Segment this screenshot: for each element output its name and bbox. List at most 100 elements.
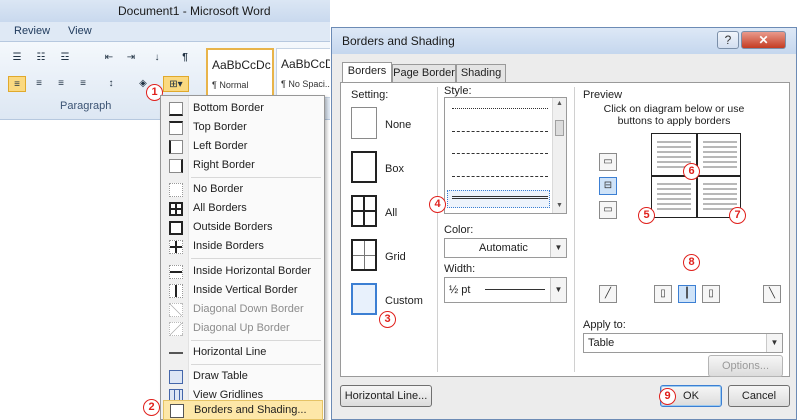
menu-item-draw-table[interactable]: Draw Table: [163, 367, 323, 387]
menu-item-no-border[interactable]: No Border: [163, 180, 323, 200]
align-right-icon[interactable]: ≡: [52, 76, 70, 92]
menu-item-all-borders[interactable]: All Borders: [163, 199, 323, 219]
chevron-down-icon[interactable]: ▼: [550, 278, 566, 302]
menu-item-label: Right Border: [193, 159, 255, 171]
setting-box[interactable]: Box: [351, 151, 441, 189]
multilevel-list-icon[interactable]: ☲: [56, 50, 74, 66]
tab-view[interactable]: View: [68, 25, 92, 37]
setting-none-label: None: [385, 119, 412, 131]
width-value: ½ pt: [449, 284, 471, 296]
tab-page-border[interactable]: Page Border: [392, 64, 456, 82]
dialog-title-bar: Borders and Shading ? ✕: [332, 28, 796, 54]
preview-label: Preview: [583, 89, 623, 101]
setting-label: Setting:: [351, 89, 389, 101]
color-combo[interactable]: Automatic ▼: [444, 238, 567, 258]
horizontal-line-icon: [169, 346, 183, 360]
outside-borders-icon: [169, 221, 183, 235]
apply-to-value: Table: [588, 337, 615, 349]
pilcrow-icon[interactable]: ¶: [176, 50, 194, 66]
style-list-scrollbar[interactable]: ▲ ▼: [552, 98, 566, 213]
options-button[interactable]: Options...: [708, 355, 783, 377]
sort-icon[interactable]: ↓: [148, 50, 166, 66]
menu-item-label: Top Border: [193, 121, 247, 133]
menu-item-inside-horizontal-border[interactable]: Inside Horizontal Border: [163, 262, 323, 282]
menu-item-left-border[interactable]: Left Border: [163, 137, 323, 157]
menu-item-inside-vertical-border[interactable]: Inside Vertical Border: [163, 281, 323, 301]
menu-item-diagonal-down-border[interactable]: Diagonal Down Border: [163, 300, 323, 320]
style-list[interactable]: ▲ ▼: [444, 97, 567, 214]
scroll-down-icon[interactable]: ▼: [556, 202, 563, 209]
cancel-button[interactable]: Cancel: [728, 385, 790, 407]
style-normal-preview: AaBbCcDc: [212, 58, 271, 72]
preview-right-border-button[interactable]: ▯: [702, 285, 720, 303]
menu-item-borders-and-shading[interactable]: Borders and Shading...: [163, 400, 323, 420]
ribbon-tabs: Review View: [0, 22, 330, 42]
menu-item-right-border[interactable]: Right Border: [163, 156, 323, 176]
setting-none[interactable]: None: [351, 107, 441, 145]
tab-shading[interactable]: Shading: [456, 64, 506, 82]
preview-diagonal-up-button[interactable]: ╱: [599, 285, 617, 303]
tab-review[interactable]: Review: [14, 25, 50, 37]
preview-left-border-button[interactable]: ▯: [654, 285, 672, 303]
style-option-double-selected[interactable]: [447, 190, 550, 208]
style-option-long-dashed[interactable]: [452, 153, 548, 154]
preview-inside-horizontal-button[interactable]: ⊟: [599, 177, 617, 195]
scroll-thumb[interactable]: [555, 120, 564, 136]
borders-panel: Setting: None Box All Grid Custom 3 Styl…: [340, 82, 790, 377]
setting-grid[interactable]: Grid: [351, 239, 441, 277]
menu-item-outside-borders[interactable]: Outside Borders: [163, 218, 323, 238]
increase-indent-icon[interactable]: ⇥: [122, 50, 140, 66]
numbering-icon[interactable]: ☷: [32, 50, 50, 66]
style-no-spacing[interactable]: AaBbCcDc ¶ No Spaci...: [276, 48, 330, 98]
word-title: Document1 - Microsoft Word: [118, 4, 271, 18]
menu-item-diagonal-up-border[interactable]: Diagonal Up Border: [163, 319, 323, 339]
align-left-icon[interactable]: ≡: [8, 76, 26, 92]
menu-item-horizontal-line[interactable]: Horizontal Line: [163, 343, 323, 363]
style-normal[interactable]: AaBbCcDc ¶ Normal: [206, 48, 274, 98]
borders-button[interactable]: ⊞▾: [163, 76, 189, 92]
tab-borders[interactable]: Borders: [342, 62, 392, 83]
bullets-icon[interactable]: ☰: [8, 50, 26, 66]
decrease-indent-icon[interactable]: ⇤: [100, 50, 118, 66]
style-label: Style:: [444, 85, 472, 97]
apply-to-combo[interactable]: Table ▼: [583, 333, 783, 353]
menu-item-inside-borders[interactable]: Inside Borders: [163, 237, 323, 257]
menu-item-label: Bottom Border: [193, 102, 264, 114]
align-center-icon[interactable]: ≡: [30, 76, 48, 92]
menu-item-label: Borders and Shading...: [194, 404, 307, 416]
bottom-border-icon: [169, 102, 183, 116]
preview-top-border-button[interactable]: ▭: [599, 153, 617, 171]
menu-item-label: No Border: [193, 183, 244, 195]
menu-item-label: Diagonal Up Border: [193, 322, 290, 334]
help-button[interactable]: ?: [717, 31, 739, 49]
chevron-down-icon[interactable]: ▼: [550, 239, 566, 257]
preview-bottom-border-button[interactable]: ▭: [599, 201, 617, 219]
close-button[interactable]: ✕: [741, 31, 786, 49]
style-option-dash-dot[interactable]: [452, 176, 548, 177]
style-option-dotted[interactable]: [452, 108, 548, 109]
setting-all[interactable]: All: [351, 195, 441, 233]
inside-vertical-border-icon: [169, 284, 183, 298]
menu-item-top-border[interactable]: Top Border: [163, 118, 323, 138]
scroll-up-icon[interactable]: ▲: [556, 100, 563, 107]
menu-item-bottom-border[interactable]: Bottom Border: [163, 99, 323, 119]
preview-inside-vertical-button[interactable]: ┃: [678, 285, 696, 303]
preview-hint: Click on diagram below or use buttons to…: [603, 103, 745, 127]
no-border-icon: [169, 183, 183, 197]
all-borders-icon: [169, 202, 183, 216]
menu-item-label: Diagonal Down Border: [193, 303, 304, 315]
line-spacing-icon[interactable]: ↕: [102, 76, 120, 92]
left-border-icon: [169, 140, 183, 154]
word-window: Document1 - Microsoft Word Review View ☰…: [0, 0, 330, 420]
diagonal-down-border-icon: [169, 303, 183, 317]
apply-to-label: Apply to:: [583, 319, 626, 331]
style-option-dashed[interactable]: [452, 131, 548, 132]
preview-diagonal-down-button[interactable]: ╲: [763, 285, 781, 303]
setting-box-label: Box: [385, 163, 404, 175]
chevron-down-icon[interactable]: ▼: [766, 334, 782, 352]
justify-icon[interactable]: ≡: [74, 76, 92, 92]
horizontal-line-button[interactable]: Horizontal Line...: [340, 385, 432, 407]
menu-item-label: Outside Borders: [193, 221, 273, 233]
setting-custom[interactable]: Custom: [351, 283, 441, 321]
width-combo[interactable]: ½ pt ▼: [444, 277, 567, 303]
